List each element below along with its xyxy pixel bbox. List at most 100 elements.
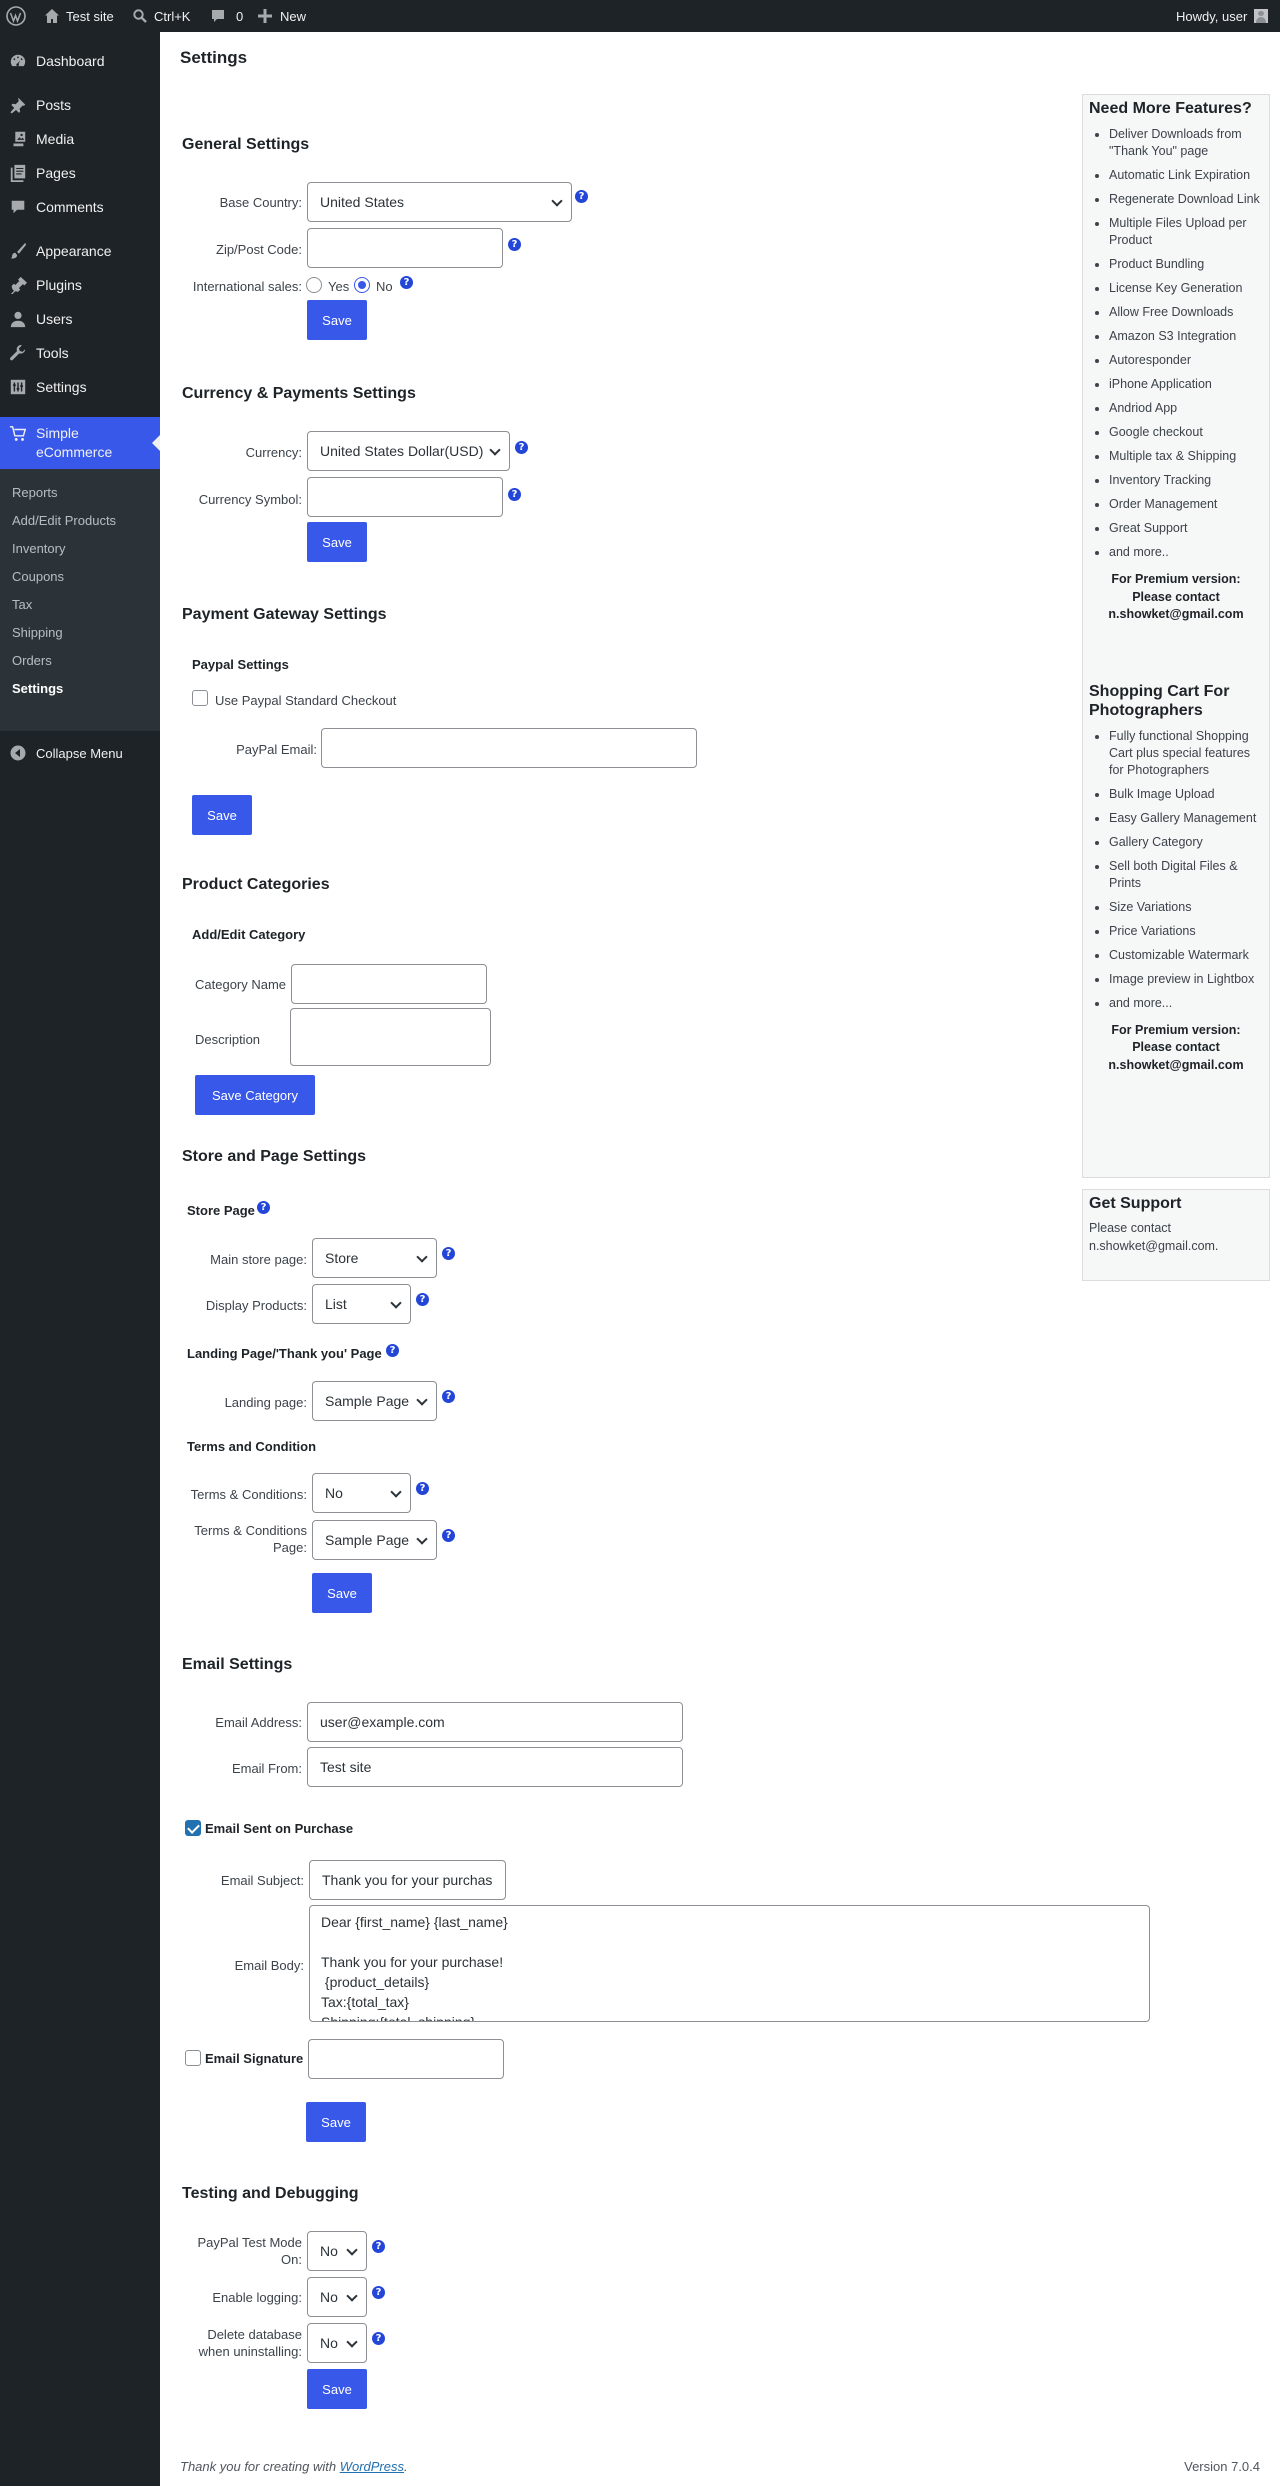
help-icon[interactable]: ? (400, 276, 413, 289)
help-icon[interactable]: ? (416, 1293, 429, 1306)
submenu-coupons[interactable]: Coupons (12, 569, 64, 584)
list-item: Gallery Category (1109, 834, 1263, 851)
menu-settings[interactable]: Settings (0, 370, 160, 404)
help-icon[interactable]: ? (416, 1482, 429, 1495)
help-icon[interactable]: ? (442, 1390, 455, 1403)
wordpress-link[interactable]: WordPress (340, 2459, 404, 2474)
help-icon[interactable]: ? (575, 190, 588, 203)
debug-save-button[interactable]: Save (307, 2369, 367, 2409)
currency-value: United States Dollar(USD) (320, 443, 484, 459)
terms-conditions-select[interactable]: No (312, 1473, 411, 1513)
photographers-title: Shopping Cart For Photographers (1089, 682, 1230, 719)
paypal-email-input[interactable] (321, 728, 697, 768)
settings-icon (10, 379, 26, 395)
menu-media[interactable]: Media (0, 122, 160, 156)
user-account-link[interactable]: Howdy, user (1176, 0, 1269, 32)
landing-page-select[interactable]: Sample Page (312, 1381, 437, 1421)
submenu-shipping[interactable]: Shipping (12, 625, 63, 640)
submenu-orders[interactable]: Orders (12, 653, 52, 668)
submenu-add-edit-products[interactable]: Add/Edit Products (12, 513, 116, 528)
currency-select[interactable]: United States Dollar(USD) (307, 431, 510, 471)
international-no-radio[interactable] (354, 277, 370, 293)
help-icon[interactable]: ? (442, 1247, 455, 1260)
submenu-reports[interactable]: Reports (12, 485, 58, 500)
submenu-tax[interactable]: Tax (12, 597, 32, 612)
paypal-standard-checkbox[interactable] (192, 690, 208, 706)
help-icon[interactable]: ? (515, 441, 528, 454)
category-name-input[interactable] (291, 964, 487, 1004)
help-icon[interactable]: ? (372, 2332, 385, 2345)
zip-label: Zip/Post Code: (216, 242, 302, 257)
list-item: iPhone Application (1109, 376, 1263, 393)
submenu-inventory[interactable]: Inventory (12, 541, 65, 556)
support-text: Please contact n.showket@gmail.com. (1089, 1221, 1219, 1253)
email-save-button[interactable]: Save (306, 2102, 366, 2142)
menu-comments[interactable]: Comments (0, 190, 160, 224)
new-content-link[interactable]: New (258, 0, 306, 32)
email-signature-input[interactable] (308, 2039, 504, 2079)
help-icon[interactable]: ? (372, 2286, 385, 2299)
general-save-button[interactable]: Save (307, 300, 367, 340)
save-category-button[interactable]: Save Category (195, 1075, 315, 1115)
base-country-label: Base Country: (219, 195, 302, 210)
email-body-textarea[interactable]: Dear {first_name} {last_name} Thank you … (309, 1905, 1150, 2022)
list-item: Product Bundling (1109, 256, 1263, 273)
email-on-purchase-checkbox[interactable] (185, 1820, 201, 1836)
display-products-select[interactable]: List (312, 1284, 411, 1324)
comments-link[interactable]: 0 (210, 0, 243, 32)
currency-symbol-input[interactable] (307, 477, 503, 517)
menu-simple-ecommerce[interactable]: Simple eCommerce (0, 417, 160, 469)
menu-tools[interactable]: Tools (0, 336, 160, 370)
email-address-input[interactable]: user@example.com (307, 1702, 683, 1742)
gateway-save-button[interactable]: Save (192, 795, 252, 835)
list-item: License Key Generation (1109, 280, 1263, 297)
email-from-input[interactable]: Test site (307, 1747, 683, 1787)
wordpress-logo-icon[interactable] (6, 0, 26, 32)
paypal-test-mode-select[interactable]: No (307, 2231, 367, 2271)
features-list: Deliver Downloads from "Thank You" page … (1109, 126, 1263, 561)
menu-users[interactable]: Users (0, 302, 160, 336)
menu-pages[interactable]: Pages (0, 156, 160, 190)
menu-dashboard[interactable]: Dashboard (0, 44, 160, 78)
comment-icon (212, 10, 224, 22)
menu-appearance[interactable]: Appearance (0, 234, 160, 268)
store-save-button[interactable]: Save (312, 1573, 372, 1613)
menu-users-label: Users (36, 311, 73, 327)
menu-posts-label: Posts (36, 97, 72, 113)
zip-input[interactable] (307, 228, 503, 268)
email-subject-input[interactable]: Thank you for your purchas (309, 1860, 506, 1900)
menu-plugins[interactable]: Plugins (0, 268, 160, 302)
yes-label: Yes (328, 279, 350, 294)
currency-save-button[interactable]: Save (307, 522, 367, 562)
list-item: Customizable Watermark (1109, 947, 1263, 964)
terms-conditions-page-select[interactable]: Sample Page (312, 1520, 437, 1560)
submenu-settings[interactable]: Settings (12, 681, 63, 696)
delete-database-select[interactable]: No (307, 2323, 367, 2363)
testing-debugging-heading: Testing and Debugging (182, 2185, 359, 2202)
list-item: Andriod App (1109, 400, 1263, 417)
main-store-page-label: Main store page: (210, 1252, 307, 1267)
category-description-textarea[interactable] (290, 1008, 491, 1066)
help-icon[interactable]: ? (386, 1344, 399, 1357)
chevron-down-icon (416, 1251, 428, 1263)
help-icon[interactable]: ? (508, 488, 521, 501)
category-name-label: Category Name (195, 977, 287, 992)
help-icon[interactable]: ? (372, 2240, 385, 2253)
site-name-link[interactable]: Test site (44, 0, 114, 32)
email-signature-checkbox[interactable] (185, 2050, 201, 2066)
paypal-test-mode-label: PayPal Test Mode On: (197, 2235, 302, 2267)
collapse-menu-button[interactable]: Collapse Menu (0, 736, 160, 770)
premium-line1: For Premium version: (1111, 1022, 1241, 1037)
search-shortcut[interactable]: Ctrl+K (132, 0, 190, 32)
enable-logging-select[interactable]: No (307, 2277, 367, 2317)
help-icon[interactable]: ? (442, 1529, 455, 1542)
main-store-page-select[interactable]: Store (312, 1238, 437, 1278)
delete-database-label: Delete database when uninstalling: (198, 2327, 302, 2359)
help-icon[interactable]: ? (257, 1201, 270, 1214)
base-country-select[interactable]: United States (307, 182, 572, 222)
list-item: Price Variations (1109, 923, 1263, 940)
menu-posts[interactable]: Posts (0, 88, 160, 122)
help-icon[interactable]: ? (508, 238, 521, 251)
current-menu-arrow (152, 435, 160, 451)
international-yes-radio[interactable] (306, 277, 322, 293)
